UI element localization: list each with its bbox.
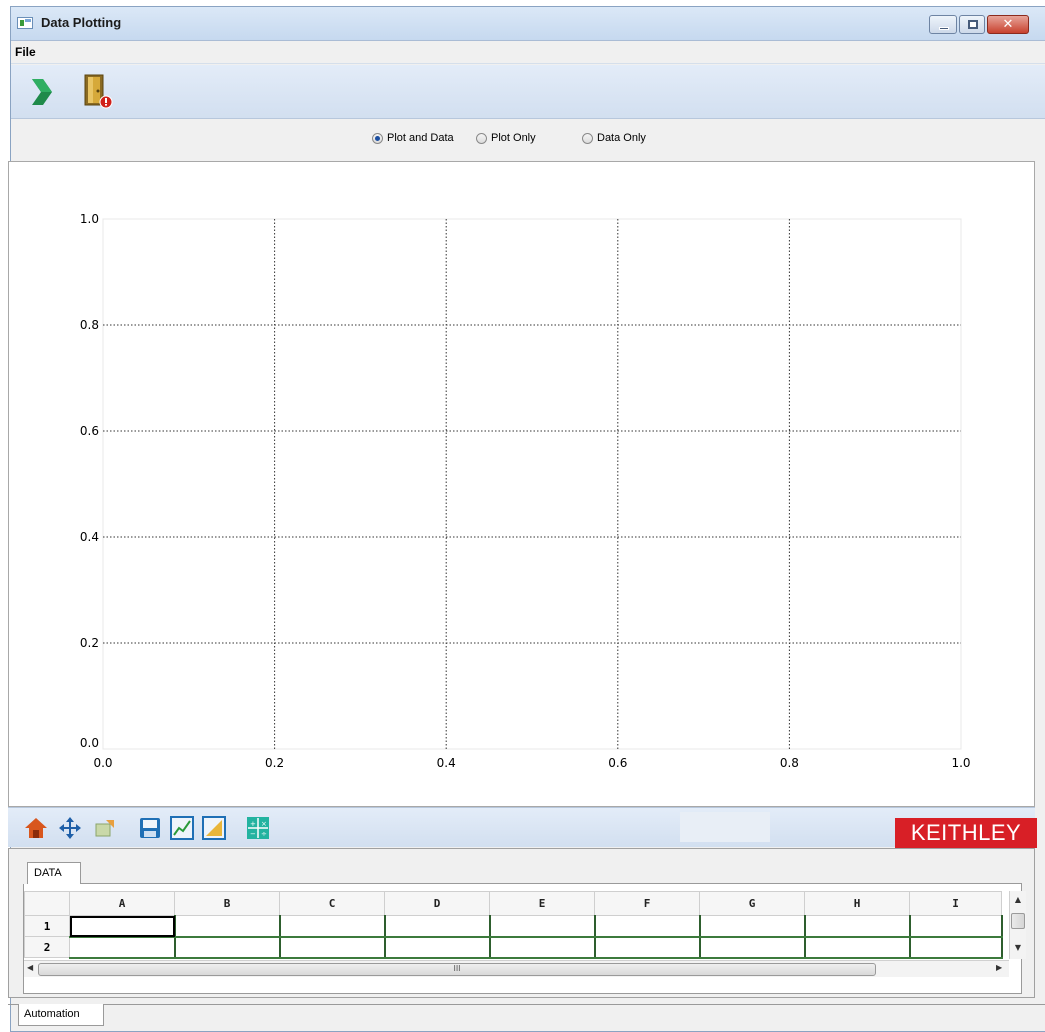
pan-icon[interactable] — [58, 816, 82, 840]
minimize-icon — [939, 27, 949, 30]
cell[interactable] — [279, 915, 386, 938]
plot-frame — [102, 218, 962, 750]
radio-plot-and-data[interactable]: Plot and Data — [372, 132, 454, 144]
plot-navigation-toolbar: + × − ÷ KEITHLEY — [8, 807, 1037, 848]
column-header-h[interactable]: H — [804, 891, 910, 916]
cell[interactable] — [489, 915, 596, 938]
cell[interactable] — [489, 936, 596, 959]
cell-a1[interactable] — [69, 915, 176, 938]
chart: 0.0 0.2 0.4 0.6 0.8 1.0 0.0 0.2 0.4 0.6 0.8 1.0 — [80, 212, 971, 770]
close-icon: ✕ — [1002, 17, 1014, 32]
cell[interactable] — [594, 936, 701, 959]
run-arrow-icon[interactable] — [29, 77, 53, 107]
x-tick-label: 0.6 — [608, 756, 627, 770]
close-button[interactable]: ✕ — [987, 15, 1029, 34]
data-spreadsheet[interactable]: A B C D E F G H I 1 2 — [24, 891, 1003, 959]
horizontal-scrollbar[interactable]: ◀ III ▶ — [24, 960, 1009, 977]
radio-unselected-icon — [476, 132, 487, 144]
plot-canvas[interactable]: 0.0 0.2 0.4 0.6 0.8 1.0 0.0 0.2 0.4 0.6 0.8 1.0 — [8, 161, 1035, 807]
svg-text:×: × — [261, 820, 267, 828]
svg-text:−: − — [250, 830, 256, 838]
corner-cell[interactable] — [24, 891, 70, 916]
maximize-icon — [968, 20, 978, 29]
cell[interactable] — [69, 936, 176, 959]
column-header-g[interactable]: G — [699, 891, 805, 916]
main-toolbar — [11, 65, 1045, 119]
column-header-b[interactable]: B — [174, 891, 280, 916]
tab-automation[interactable]: Automation — [18, 1004, 104, 1026]
y-tick-label: 1.0 — [80, 212, 99, 226]
minimize-button[interactable] — [929, 15, 957, 34]
keithley-logo: KEITHLEY — [895, 818, 1037, 848]
tab-data[interactable]: DATA — [27, 862, 81, 884]
radio-label: Plot Only — [491, 132, 536, 144]
y-tick-label: 0.0 — [80, 736, 99, 750]
y-tick-label: 0.4 — [80, 530, 99, 544]
radio-data-only[interactable]: Data Only — [582, 132, 646, 144]
coordinate-readout — [680, 812, 770, 842]
table-row: 2 — [24, 936, 1003, 959]
radio-plot-only[interactable]: Plot Only — [476, 132, 536, 144]
title-bar: Data Plotting ✕ — [11, 7, 1045, 41]
cell[interactable] — [594, 915, 701, 938]
header-row: A B C D E F G H I — [24, 891, 1002, 916]
cell[interactable] — [384, 936, 491, 959]
cell[interactable] — [909, 936, 1003, 959]
radio-label: Data Only — [597, 132, 646, 144]
scroll-up-icon[interactable]: ▲ — [1010, 895, 1026, 904]
cell[interactable] — [699, 936, 806, 959]
maximize-button[interactable] — [959, 15, 985, 34]
row-header-2[interactable]: 2 — [24, 936, 70, 958]
cell[interactable] — [804, 936, 911, 959]
cell[interactable] — [699, 915, 806, 938]
column-header-d[interactable]: D — [384, 891, 490, 916]
app-icon — [17, 17, 33, 29]
y-tick-label: 0.2 — [80, 636, 99, 650]
scroll-down-icon[interactable]: ▼ — [1010, 943, 1026, 952]
table-row: 1 — [24, 915, 1003, 938]
cell[interactable] — [909, 915, 1003, 938]
vertical-scrollbar[interactable]: ▲ ▼ — [1009, 891, 1026, 959]
cell[interactable] — [174, 915, 281, 938]
column-header-a[interactable]: A — [69, 891, 175, 916]
window-title: Data Plotting — [41, 15, 122, 30]
plot-config-icon[interactable] — [170, 816, 194, 840]
y-tick-label: 0.8 — [80, 318, 99, 332]
y-tick-label: 0.6 — [80, 424, 99, 438]
column-header-e[interactable]: E — [489, 891, 595, 916]
scroll-right-icon[interactable]: ▶ — [996, 963, 1002, 972]
home-icon[interactable] — [24, 816, 48, 840]
radio-label: Plot and Data — [387, 132, 454, 144]
exit-door-icon[interactable] — [81, 73, 115, 109]
svg-text:÷: ÷ — [261, 830, 267, 838]
save-icon[interactable] — [138, 816, 162, 840]
bottom-tab-divider — [8, 1004, 1045, 1005]
subplot-icon[interactable] — [202, 816, 226, 840]
cell[interactable] — [174, 936, 281, 959]
grid-icon[interactable]: + × − ÷ — [246, 816, 270, 840]
zoom-icon[interactable] — [92, 816, 116, 840]
radio-unselected-icon — [582, 132, 593, 144]
cell[interactable] — [279, 936, 386, 959]
cell[interactable] — [804, 915, 911, 938]
x-tick-label: 1.0 — [951, 756, 970, 770]
menu-bar: File — [11, 42, 1045, 64]
scroll-left-icon[interactable]: ◀ — [27, 963, 33, 972]
column-header-i[interactable]: I — [909, 891, 1002, 916]
column-header-c[interactable]: C — [279, 891, 385, 916]
svg-text:+: + — [250, 820, 256, 828]
cell[interactable] — [384, 915, 491, 938]
column-header-f[interactable]: F — [594, 891, 700, 916]
scroll-thumb[interactable] — [1011, 913, 1025, 929]
row-header-1[interactable]: 1 — [24, 915, 70, 937]
x-tick-label: 0.8 — [780, 756, 799, 770]
x-tick-label: 0.2 — [265, 756, 284, 770]
menu-file[interactable]: File — [15, 45, 36, 59]
x-tick-label: 0.0 — [93, 756, 112, 770]
chart-layer: 0.0 0.2 0.4 0.6 0.8 1.0 0.0 0.2 0.4 0.6 0.8 1.0 — [80, 212, 971, 770]
x-tick-label: 0.4 — [437, 756, 456, 770]
scroll-thumb[interactable]: III — [38, 963, 876, 976]
radio-selected-icon — [372, 132, 383, 144]
